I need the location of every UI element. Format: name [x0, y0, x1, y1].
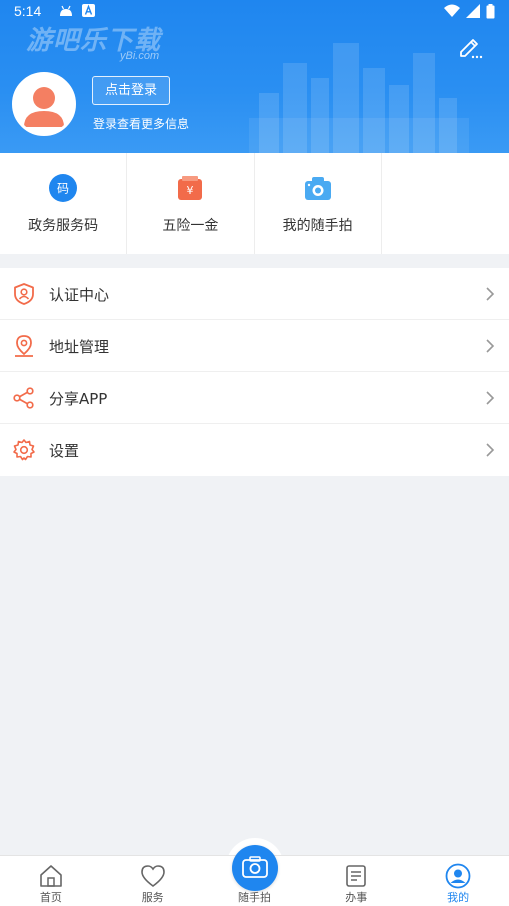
tile-label: 五险一金 — [162, 218, 219, 234]
nav-home[interactable]: 首页 — [0, 856, 102, 906]
nav-label: 服务 — [141, 891, 164, 904]
tile-label: 我的随手拍 — [282, 218, 353, 234]
gear-icon — [13, 439, 35, 461]
tile-insurance-fund[interactable]: ¥ 五险一金 — [127, 153, 255, 254]
snapshot-camera-button[interactable] — [232, 845, 278, 891]
svg-text:¥: ¥ — [187, 184, 194, 197]
tile-my-snapshot[interactable]: 我的随手拍 — [255, 153, 382, 254]
login-button[interactable]: 点击登录 — [92, 76, 170, 105]
status-time: 5:14 — [14, 3, 42, 19]
menu-item-settings[interactable]: 设置 — [0, 424, 509, 476]
android-debug-icon — [60, 5, 72, 16]
location-icon — [15, 335, 33, 357]
tile-label: 政务服务码 — [28, 218, 99, 234]
chevron-right-icon — [486, 339, 495, 353]
profile-header: 5:14 游吧乐下载 yBi.com 点击登录 登录查看更多信息 — [0, 0, 509, 153]
menu-item-address[interactable]: 地址管理 — [0, 320, 509, 372]
avatar[interactable] — [12, 72, 76, 136]
menu-label: 分享APP — [49, 390, 108, 408]
heart-icon — [140, 865, 165, 887]
city-skyline-decoration — [249, 43, 469, 153]
battery-icon — [486, 4, 495, 19]
tile-gov-code[interactable]: 码 政务服务码 — [0, 153, 128, 254]
nav-label: 办事 — [345, 891, 368, 904]
chevron-right-icon — [486, 443, 495, 457]
document-icon — [346, 865, 367, 887]
a-notification-icon — [82, 4, 95, 17]
menu-label: 地址管理 — [49, 338, 110, 356]
nav-label: 首页 — [39, 891, 62, 904]
nav-label: 随手拍 — [237, 891, 271, 904]
chevron-right-icon — [486, 287, 495, 301]
shield-user-icon — [14, 283, 34, 305]
gov-code-icon: 码 — [49, 174, 78, 202]
menu-item-certification[interactable]: 认证中心 — [0, 268, 509, 320]
home-icon — [40, 865, 62, 887]
wallet-yen-icon: ¥ — [178, 176, 203, 200]
watermark-subtext: yBi.com — [120, 50, 160, 62]
settings-menu: 认证中心 地址管理 分享APP 设置 — [0, 268, 509, 476]
share-icon — [13, 387, 34, 409]
nav-label: 我的 — [447, 891, 470, 904]
nav-services[interactable]: 服务 — [102, 856, 204, 906]
chevron-right-icon — [486, 391, 495, 405]
nav-mine[interactable]: 我的 — [407, 856, 509, 906]
login-hint: 登录查看更多信息 — [93, 117, 190, 131]
edit-icon[interactable] — [457, 34, 485, 62]
menu-label: 设置 — [49, 442, 80, 460]
menu-label: 认证中心 — [49, 286, 110, 304]
user-icon — [445, 863, 471, 889]
signal-icon — [466, 4, 480, 18]
wifi-icon — [444, 4, 460, 17]
svg-text:码: 码 — [57, 182, 69, 196]
tile-empty — [382, 153, 509, 254]
default-avatar-icon — [15, 75, 73, 133]
menu-item-share[interactable]: 分享APP — [0, 372, 509, 424]
quick-services: 码 政务服务码 ¥ 五险一金 我的随手拍 — [0, 153, 509, 254]
camera-icon — [242, 856, 268, 878]
camera-icon — [304, 177, 331, 200]
nav-affairs[interactable]: 办事 — [305, 856, 407, 906]
